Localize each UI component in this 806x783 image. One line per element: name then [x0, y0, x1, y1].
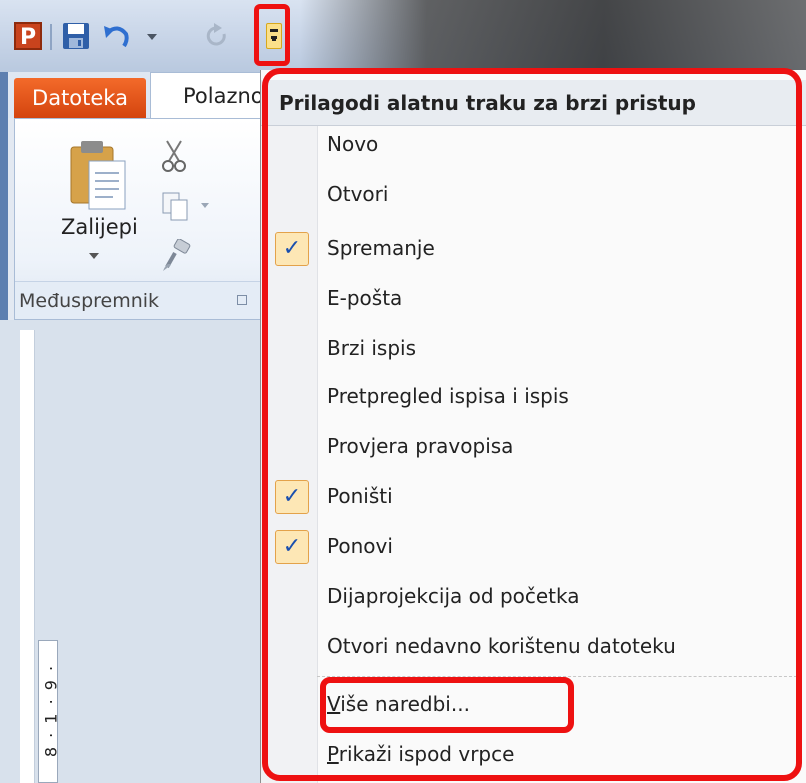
vertical-ruler: 8 · 1 · 9 · [38, 640, 61, 783]
customize-qat-button[interactable] [254, 4, 290, 66]
customize-qat-icon [266, 23, 282, 49]
redo-icon [206, 23, 226, 46]
slide-thumbnail-strip [20, 330, 35, 783]
menu-highlight-outline [262, 68, 802, 781]
copy-icon[interactable] [161, 191, 191, 223]
paste-button-label[interactable]: Zalijepi [61, 215, 138, 239]
qat-separator [50, 24, 52, 50]
format-painter-icon[interactable] [161, 239, 191, 273]
ruler-labels: 8 · 1 · 9 · [41, 663, 61, 758]
undo-dropdown-icon[interactable] [147, 34, 157, 40]
undo-icon[interactable] [102, 22, 132, 50]
more-commands-highlight-outline [320, 677, 574, 733]
paste-icon[interactable] [67, 139, 129, 217]
clipboard-group-label: Međuspremnik [15, 281, 273, 319]
tab-file[interactable]: Datoteka [14, 78, 146, 118]
clipboard-group: Zalijepi Međuspremnik [14, 118, 274, 320]
powerpoint-logo-icon[interactable]: P [14, 22, 42, 50]
dialog-launcher-icon[interactable] [237, 295, 247, 305]
title-bar-background [300, 0, 806, 70]
scissors-icon[interactable] [161, 139, 187, 173]
save-icon[interactable] [62, 22, 90, 50]
paste-dropdown-icon[interactable] [89, 253, 99, 259]
copy-dropdown-icon[interactable] [201, 203, 209, 208]
